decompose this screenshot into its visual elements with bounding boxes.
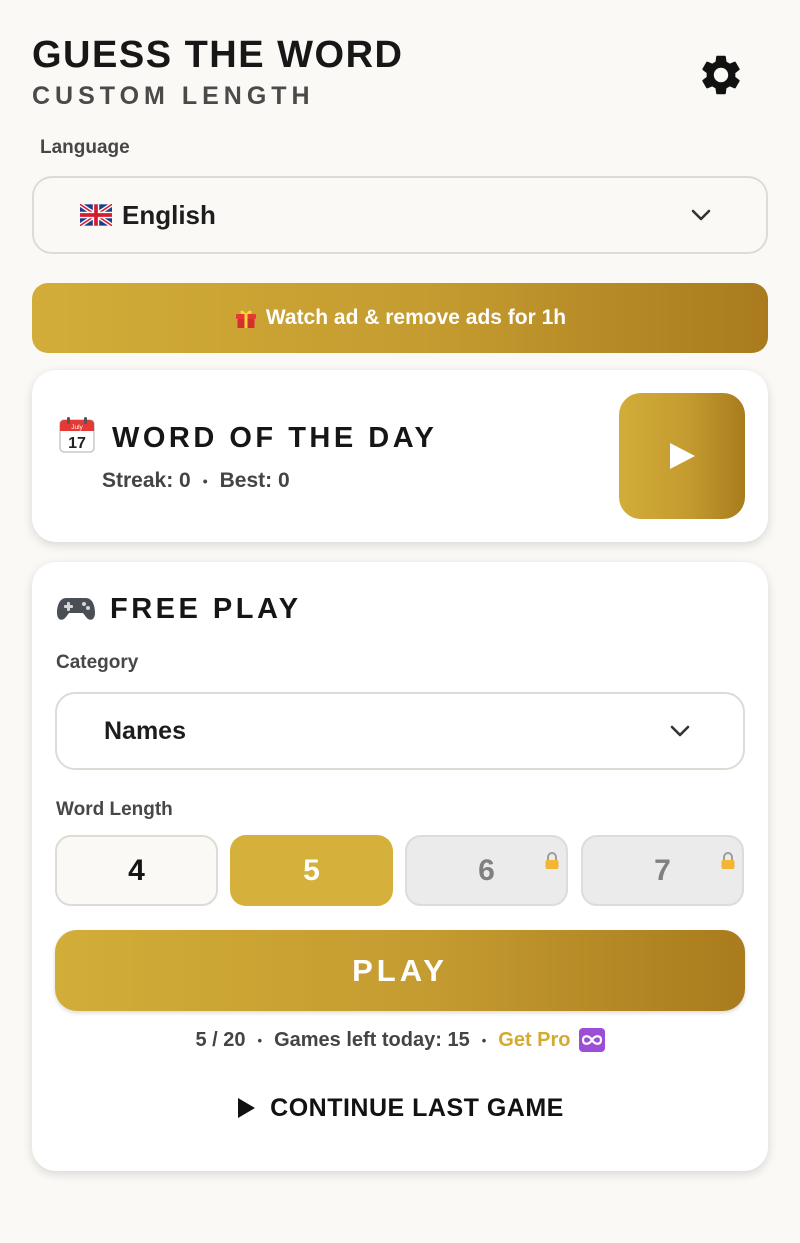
word-length-label: Word Length: [56, 799, 173, 820]
category-value: Names: [104, 716, 186, 745]
chevron-down-icon: [690, 208, 712, 222]
word-length-value: 6: [478, 853, 495, 887]
app-title: GUESS THE WORD: [32, 34, 404, 76]
word-of-the-day-title: WORD OF THE DAY: [112, 422, 438, 454]
gamepad-icon: [56, 592, 96, 629]
streak-stats: Streak: 0 • Best: 0: [102, 469, 290, 493]
games-left-info: 5 / 20 • Games left today: 15 • Get Pro: [32, 1028, 768, 1052]
separator-dot: •: [202, 473, 208, 489]
word-length-value: 7: [654, 853, 671, 887]
language-dropdown[interactable]: English: [32, 176, 768, 254]
free-play-title: FREE PLAY: [110, 593, 302, 625]
separator-dot: •: [257, 1032, 263, 1048]
language-value: English: [122, 199, 216, 230]
language-label: Language: [40, 137, 130, 158]
word-length-value: 4: [128, 853, 145, 887]
games-left-text: Games left today: 15: [274, 1028, 470, 1051]
word-length-option-5[interactable]: 5: [230, 835, 393, 906]
category-dropdown[interactable]: Names: [55, 692, 745, 770]
infinity-icon: [578, 1028, 605, 1052]
play-icon: [670, 443, 695, 469]
get-pro-label: Get Pro: [498, 1028, 571, 1051]
lock-icon: [720, 852, 736, 870]
settings-button[interactable]: [692, 46, 750, 104]
play-icon: [236, 1097, 256, 1119]
svg-text:17: 17: [68, 435, 86, 452]
continue-last-game-label: CONTINUE LAST GAME: [270, 1093, 564, 1122]
category-label: Category: [56, 652, 139, 673]
lock-icon: [544, 852, 560, 870]
app-subtitle: CUSTOM LENGTH: [32, 82, 315, 110]
play-button[interactable]: PLAY: [55, 930, 745, 1011]
best-value: Best: 0: [219, 469, 290, 492]
svg-text:July: July: [71, 424, 83, 431]
continue-last-game-button[interactable]: CONTINUE LAST GAME: [32, 1090, 768, 1126]
chevron-down-icon: [669, 724, 691, 738]
gear-icon: [702, 55, 740, 95]
word-length-option-6[interactable]: 6: [405, 835, 568, 906]
games-progress: 5 / 20: [195, 1028, 246, 1051]
word-of-the-day-play-button[interactable]: [619, 393, 745, 519]
word-length-option-7[interactable]: 7: [581, 835, 744, 906]
calendar-icon: July 17: [58, 416, 96, 459]
word-length-value: 5: [303, 853, 320, 887]
word-length-option-4[interactable]: 4: [55, 835, 218, 906]
uk-flag-icon: [80, 204, 112, 226]
get-pro-link[interactable]: Get Pro: [498, 1028, 605, 1052]
gift-icon: [234, 306, 258, 330]
streak-value: Streak: 0: [102, 469, 191, 492]
remove-ads-button[interactable]: Watch ad & remove ads for 1h: [32, 283, 768, 353]
word-of-the-day-card: July 17 WORD OF THE DAY Streak: 0 • Best…: [32, 370, 768, 542]
remove-ads-label: Watch ad & remove ads for 1h: [265, 306, 567, 329]
separator-dot: •: [481, 1032, 487, 1048]
free-play-card: FREE PLAY Category Names Word Length 4 5…: [32, 562, 768, 1171]
